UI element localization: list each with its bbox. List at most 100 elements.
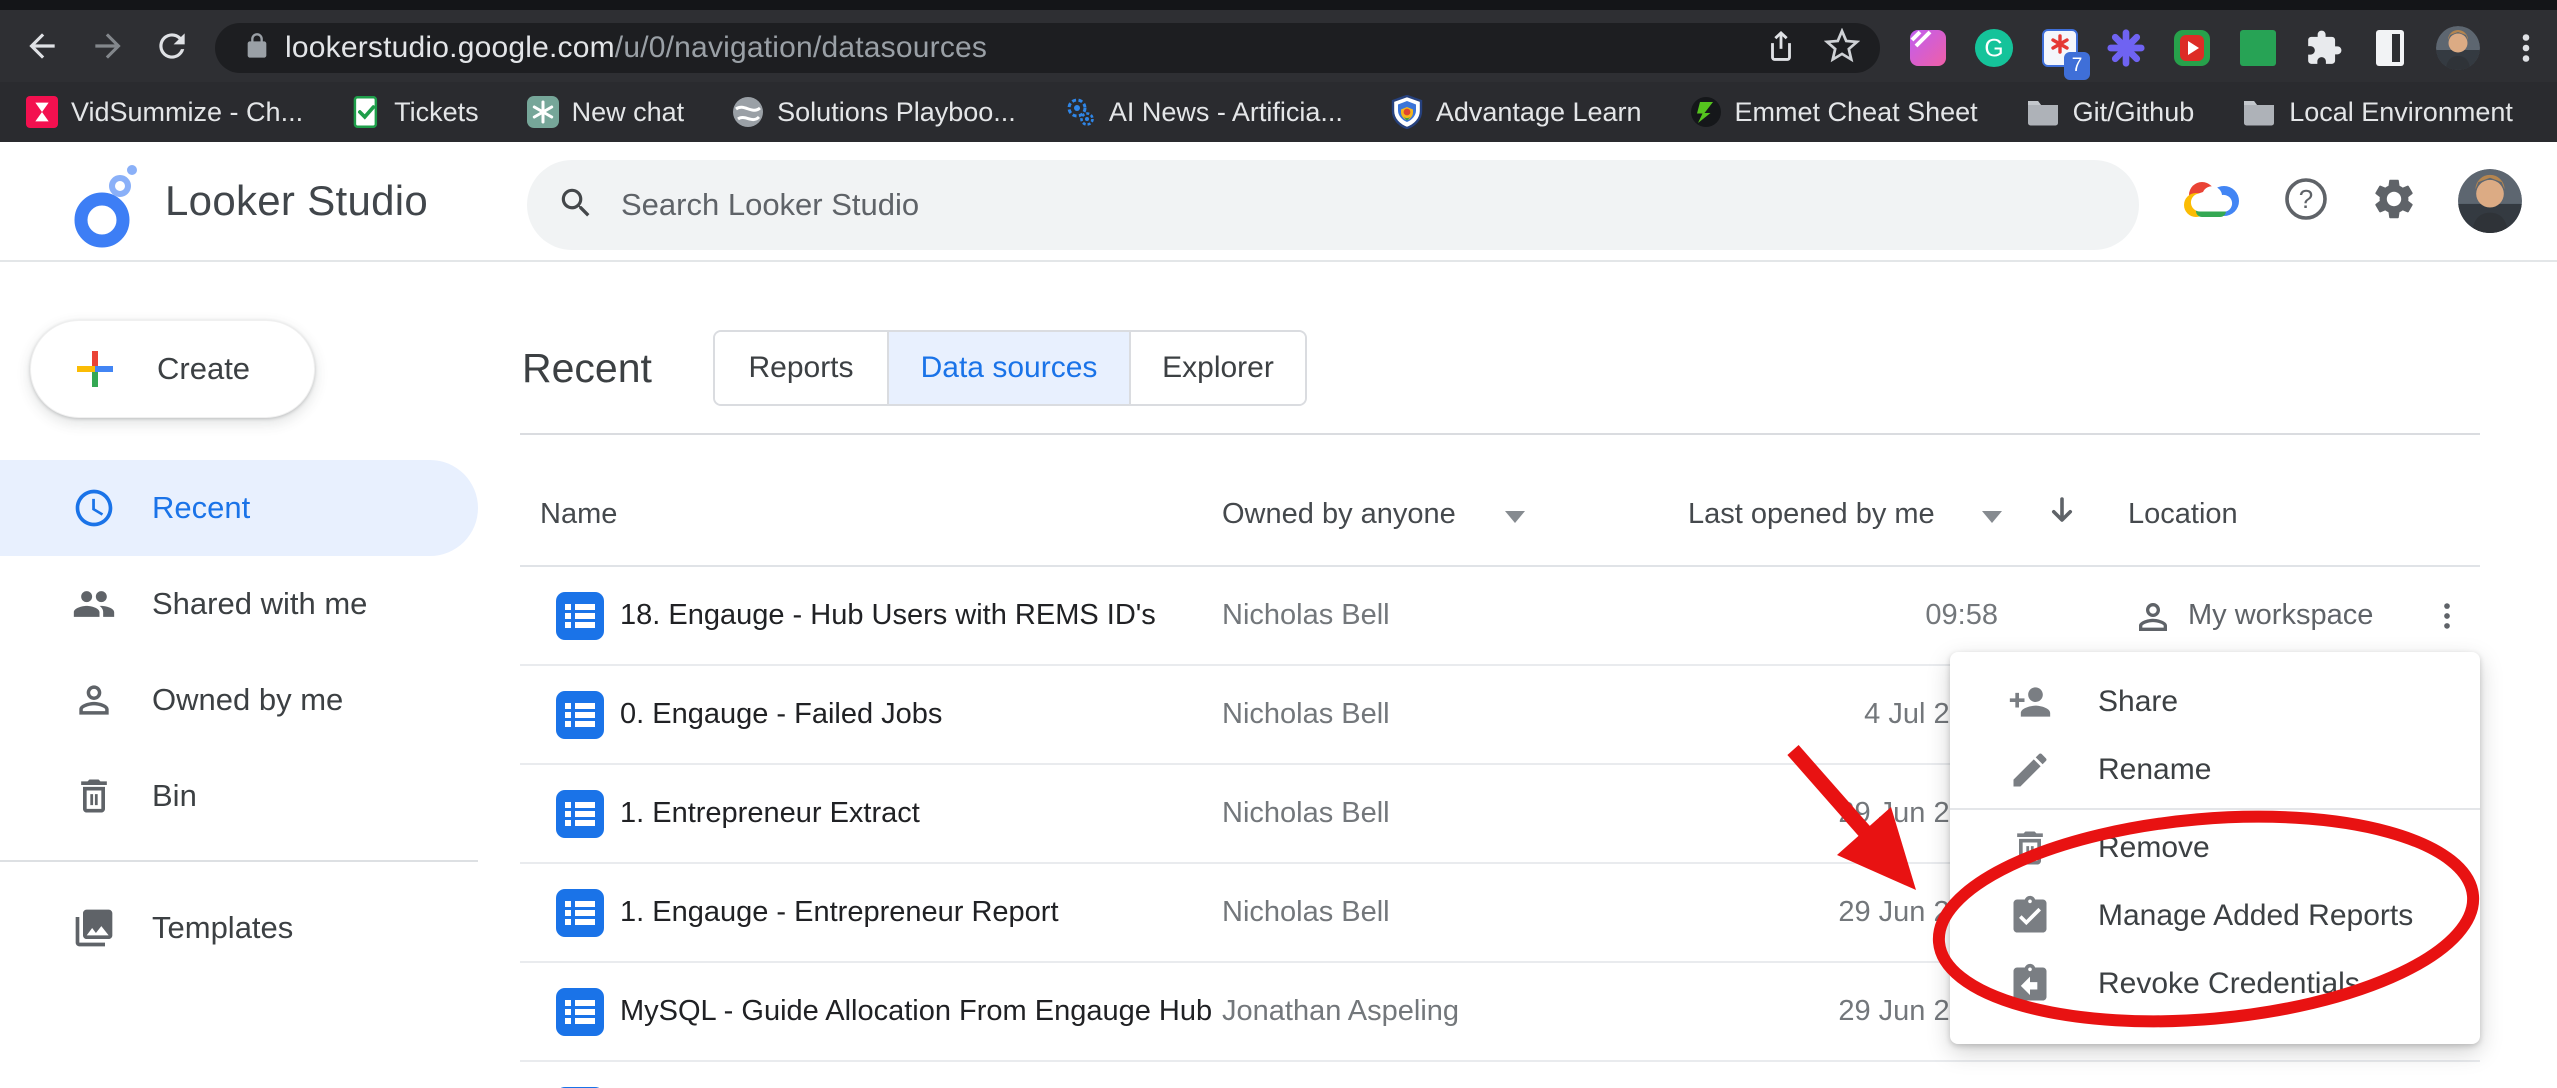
row-location: My workspace (2188, 567, 2373, 664)
last-opened-filter-caret-icon[interactable] (1982, 511, 2002, 523)
svg-text:?: ? (2299, 184, 2313, 214)
sidebar-item-label: Shared with me (152, 586, 367, 622)
flower-extension-icon[interactable] (2106, 28, 2146, 68)
sidebar-item-owned-by-me[interactable]: Owned by me (0, 652, 478, 748)
side-panel-icon[interactable] (2370, 28, 2410, 68)
row-owner: Nicholas Bell (1222, 765, 1390, 862)
sidebar-item-shared-with-me[interactable]: Shared with me (0, 556, 478, 652)
lock-icon (243, 32, 271, 65)
sort-direction-icon[interactable] (2044, 493, 2080, 537)
folder-icon (2242, 98, 2276, 126)
search-input[interactable] (621, 187, 2021, 223)
sidebar-item-label: Owned by me (152, 682, 343, 718)
looker-studio-logo[interactable] (62, 158, 152, 248)
row-overflow-menu-icon[interactable] (2422, 591, 2472, 641)
owner-filter-caret-icon[interactable] (1505, 511, 1525, 523)
row-last-opened: 09:58 (1688, 567, 1998, 664)
sidebar-item-label: Templates (152, 910, 293, 946)
menu-item-remove[interactable]: Remove (1950, 814, 2480, 882)
globe-icon (732, 96, 764, 128)
plus-icon (73, 347, 117, 391)
app-title[interactable]: Looker Studio (165, 142, 428, 260)
openai-icon (527, 96, 559, 128)
row-name[interactable]: 1. Engauge - Entrepreneur Report (620, 864, 1059, 961)
green-square-icon[interactable] (2238, 28, 2278, 68)
extension-badge: 7 (2064, 52, 2090, 80)
bookmark-emmet[interactable]: Emmet Cheat Sheet (1690, 96, 1978, 128)
row-owner: Jonathan Aspeling (1222, 963, 1459, 1060)
bookmark-ai-news[interactable]: AI News - Artificia... (1064, 96, 1343, 128)
create-button[interactable]: Create (30, 320, 315, 418)
bookmark-folder-git[interactable]: Git/Github (2026, 97, 2195, 128)
sidebar-item-templates[interactable]: Templates (0, 880, 478, 976)
tab-explorer[interactable]: Explorer (1129, 332, 1305, 404)
extensions-puzzle-icon[interactable] (2304, 28, 2344, 68)
bookmarks-bar: VidSummize - Ch... Tickets New chat Solu… (0, 82, 2557, 142)
svg-text:G: G (1984, 36, 2003, 63)
menu-item-manage-added-reports[interactable]: Manage Added Reports (1950, 882, 2480, 950)
column-header-last-opened[interactable]: Last opened by me (1688, 498, 1935, 531)
tab-data-sources[interactable]: Data sources (887, 332, 1129, 404)
reload-icon[interactable] (152, 26, 192, 66)
bookmark-tickets[interactable]: Tickets (351, 96, 479, 128)
bookmark-new-chat[interactable]: New chat (527, 96, 685, 128)
clock-icon (72, 486, 116, 530)
bookmark-folder-local-env[interactable]: Local Environment (2242, 97, 2513, 128)
person-add-icon (2008, 680, 2052, 724)
row-owner: Nicholas Bell (1222, 864, 1390, 961)
grammarly-icon[interactable]: G (1974, 28, 2014, 68)
extensions-row: G 7 (1908, 23, 2546, 73)
help-icon[interactable]: ? (2282, 175, 2330, 228)
gears-icon (1064, 96, 1096, 128)
browser-profile-avatar[interactable] (2436, 26, 2480, 70)
shield-icon (1391, 95, 1423, 129)
user-avatar[interactable] (2458, 169, 2522, 233)
row-owner: Nicholas Bell (1222, 666, 1390, 763)
person-icon (72, 678, 116, 722)
row-name[interactable]: 18. Engauge - Hub Users with REMS ID's (620, 567, 1156, 664)
trash-icon (72, 774, 116, 818)
bookmark-star-icon[interactable] (1824, 28, 1860, 69)
sidebar-item-bin[interactable]: Bin (0, 748, 478, 844)
hourglass-icon (26, 96, 58, 128)
table-row[interactable] (520, 1062, 2480, 1088)
bookmark-solutions[interactable]: Solutions Playboo... (732, 96, 1016, 128)
column-header-name[interactable]: Name (540, 498, 617, 531)
sidebar: Recent Shared with me Owned by me Bin Te… (0, 460, 478, 976)
bookmark-advantage-learn[interactable]: Advantage Learn (1391, 95, 1642, 129)
tab-reports[interactable]: Reports (715, 332, 887, 404)
menu-item-revoke-credentials[interactable]: Revoke Credentials (1950, 950, 2480, 1018)
clipboard-return-icon (2008, 962, 2052, 1006)
data-source-icon (556, 889, 604, 942)
adblock-play-icon[interactable] (2172, 28, 2212, 68)
column-header-owner[interactable]: Owned by anyone (1222, 498, 1456, 531)
bookmark-vidsummize[interactable]: VidSummize - Ch... (26, 96, 303, 128)
templates-icon (72, 906, 116, 950)
row-context-menu: Share Rename Remove Manage Added Reports… (1950, 652, 2480, 1044)
forward-icon[interactable] (88, 26, 128, 66)
data-source-icon (556, 790, 604, 843)
back-icon[interactable] (22, 26, 62, 66)
google-cloud-icon[interactable] (2182, 175, 2242, 228)
menu-divider (1950, 808, 2480, 810)
data-source-icon (556, 592, 604, 645)
menu-item-share[interactable]: Share (1950, 668, 2480, 736)
sidebar-item-recent[interactable]: Recent (0, 460, 478, 556)
search-bar[interactable] (527, 160, 2139, 250)
share-page-icon[interactable] (1764, 29, 1798, 68)
emmet-icon (1690, 96, 1722, 128)
browser-menu-icon[interactable] (2506, 28, 2546, 68)
url-domain: lookerstudio.google.com (285, 31, 615, 64)
url-bar[interactable]: lookerstudio.google.com/u/0/navigation/d… (215, 23, 1880, 73)
asterisk-extension-icon[interactable]: 7 (2040, 28, 2080, 68)
row-name[interactable]: MySQL - Guide Allocation From Engauge Hu… (620, 963, 1212, 1060)
settings-gear-icon[interactable] (2370, 175, 2418, 228)
sidebar-divider (0, 860, 478, 862)
browser-toolbar: lookerstudio.google.com/u/0/navigation/d… (0, 10, 2557, 82)
extension-gradient-icon[interactable] (1908, 28, 1948, 68)
row-name[interactable]: 0. Engauge - Failed Jobs (620, 666, 942, 763)
menu-item-rename[interactable]: Rename (1950, 736, 2480, 804)
folder-icon (2026, 98, 2060, 126)
row-name[interactable]: 1. Entrepreneur Extract (620, 765, 920, 862)
table-header: Name Owned by anyone Last opened by me L… (520, 435, 2480, 567)
